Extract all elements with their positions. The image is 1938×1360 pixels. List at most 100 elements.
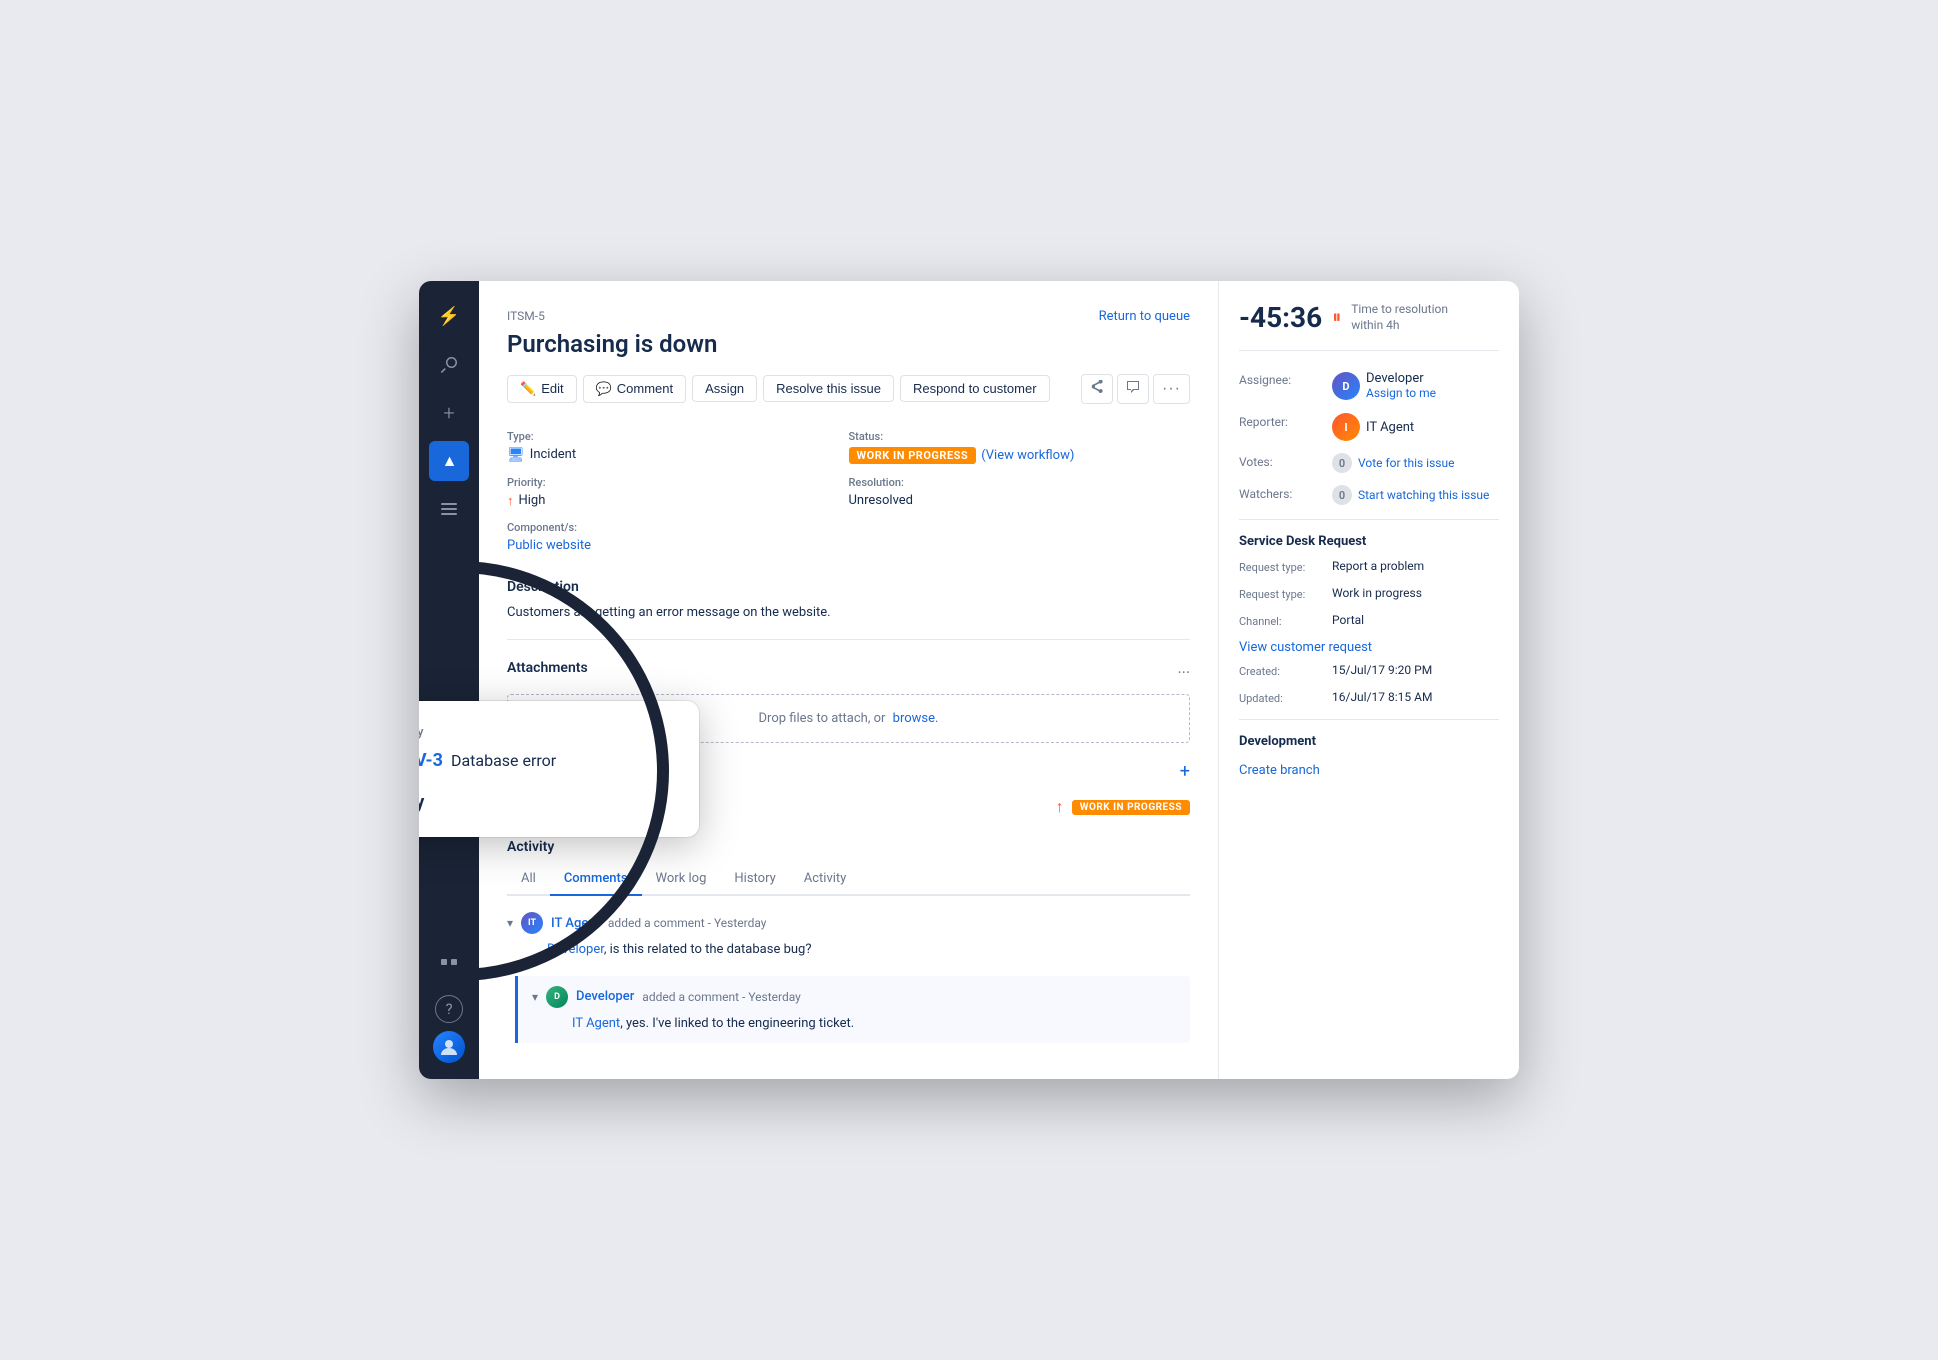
sidebar: ⚡ + ▲ ? [419, 281, 479, 1080]
votes-count: 0 [1332, 453, 1352, 473]
reporter-label: Reporter: [1239, 413, 1324, 429]
main-window: ⚡ + ▲ ? [419, 281, 1519, 1080]
edit-pencil-icon: ✏️ [520, 381, 536, 397]
create-branch-link[interactable]: Create branch [1239, 763, 1320, 778]
comment-body-2: IT Agent, yes. I've linked to the engine… [572, 1014, 1180, 1034]
sidebar-icon-search[interactable] [429, 345, 469, 385]
assign-to-me-link[interactable]: Assign to me [1366, 386, 1436, 400]
assignee-label: Assignee: [1239, 371, 1324, 387]
channel-label: Channel: [1239, 613, 1324, 628]
caused-by-title: Caused by [507, 759, 572, 775]
timer-section: -45:36 ⏸ Time to resolution within 4h [1239, 301, 1499, 352]
watchers-row: Watchers: 0 Start watching this issue [1239, 485, 1499, 505]
created-row: Created: 15/Jul/17 9:20 PM [1239, 663, 1499, 678]
type-label: Type: [507, 430, 849, 443]
assign-button[interactable]: Assign [692, 375, 757, 402]
activity-tabs: All Comments Work log History Activity [507, 863, 1190, 896]
pause-icon[interactable]: ⏸ [1332, 307, 1341, 328]
issue-header: ITSM-5 Return to queue [507, 309, 1190, 324]
mention-link-2[interactable]: IT Agent [572, 1016, 620, 1031]
votes-value: 0 Vote for this issue [1332, 453, 1454, 473]
comment-avatar: IT [521, 912, 543, 934]
resolve-button[interactable]: Resolve this issue [763, 375, 894, 402]
type-value: 🖥 Incident [507, 447, 849, 463]
feedback-button[interactable] [1117, 374, 1149, 404]
reporter-avatar: I [1332, 413, 1360, 441]
activity-section: Activity All Comments Work log History A… [507, 839, 1190, 1043]
comment-body: Developer, is this related to the databa… [547, 940, 1190, 960]
votes-row: Votes: 0 Vote for this issue [1239, 453, 1499, 473]
sidebar-icon-plus[interactable]: + [429, 393, 469, 433]
tab-worklog[interactable]: Work log [642, 863, 721, 896]
more-button[interactable]: ··· [1153, 374, 1190, 404]
updated-value: 16/Jul/17 8:15 AM [1332, 690, 1432, 704]
reporter-row: Reporter: I IT Agent [1239, 413, 1499, 441]
sidebar-icon-help[interactable]: ? [435, 995, 463, 1023]
sidebar-icon-card[interactable] [429, 489, 469, 529]
status-value: WORK IN PROGRESS (View workflow) [849, 447, 1191, 464]
view-workflow-link[interactable]: (View workflow) [981, 448, 1074, 463]
comment-item-highlighted: ▾ D Developer added a comment - Yesterda… [515, 976, 1190, 1044]
user-avatar[interactable] [433, 1031, 465, 1063]
request-type-row-2: Request type: Work in progress [1239, 586, 1499, 601]
updated-row: Updated: 16/Jul/17 8:15 AM [1239, 690, 1499, 705]
respond-button[interactable]: Respond to customer [900, 375, 1050, 402]
status-badge[interactable]: WORK IN PROGRESS [849, 447, 977, 464]
activity-title: Activity [507, 839, 1190, 855]
lock-icon: 🔒 [507, 801, 527, 814]
vote-link[interactable]: Vote for this issue [1358, 456, 1454, 470]
service-desk-title: Service Desk Request [1239, 534, 1499, 549]
comment-item: ▾ IT IT Agent added a comment - Yesterda… [507, 912, 1190, 960]
mention-link[interactable]: Developer [547, 942, 604, 957]
watchers-value: 0 Start watching this issue [1332, 485, 1489, 505]
updated-label: Updated: [1239, 690, 1324, 705]
incident-icon: 🖥 [507, 447, 525, 463]
components-label: Component/s: [507, 521, 849, 534]
browse-link[interactable]: browse. [893, 711, 939, 726]
add-caused-by-button[interactable]: + [1180, 761, 1190, 782]
share-button[interactable] [1081, 374, 1113, 404]
comment-button[interactable]: 💬 Comment [583, 375, 687, 403]
dev-issue-link[interactable]: DEV-3 [533, 800, 569, 815]
request-type-value-2: Work in progress [1332, 586, 1422, 600]
tab-activity[interactable]: Activity [790, 863, 861, 896]
attachments-more-icon[interactable]: ··· [1177, 663, 1190, 682]
priority-arrow-icon: ↑ [1056, 797, 1064, 817]
action-bar: ✏️ Edit 💬 Comment Assign Resolve this is… [507, 374, 1190, 404]
caused-by-status-badge: WORK IN PROGRESS [1072, 800, 1190, 815]
comment-meta-2: added a comment - Yesterday [642, 990, 801, 1004]
resolution-value: Unresolved [849, 493, 1191, 508]
return-to-queue-link[interactable]: Return to queue [1099, 309, 1190, 324]
collapse-icon-2[interactable]: ▾ [532, 990, 538, 1004]
comment-author-2[interactable]: Developer [576, 989, 634, 1004]
sidebar-icon-lightning[interactable]: ⚡ [429, 297, 469, 337]
watch-link[interactable]: Start watching this issue [1358, 488, 1489, 502]
status-label: Status: [849, 430, 1191, 443]
view-customer-request-link[interactable]: View customer request [1239, 640, 1499, 655]
comment-avatar-2: D [546, 986, 568, 1008]
votes-label: Votes: [1239, 453, 1324, 469]
edit-button[interactable]: ✏️ Edit [507, 375, 577, 403]
tab-history[interactable]: History [720, 863, 789, 896]
created-label: Created: [1239, 663, 1324, 678]
comment-author[interactable]: IT Agent [551, 916, 600, 931]
tab-comments[interactable]: Comments [550, 863, 642, 896]
timer-label: Time to resolution within 4h [1351, 301, 1448, 335]
component-link[interactable]: Public website [507, 538, 591, 553]
sidebar-icon-logo[interactable]: ▲ [429, 441, 469, 481]
priority-icon: ↑ [507, 493, 514, 509]
main-content: ITSM-5 Return to queue Purchasing is dow… [479, 281, 1519, 1080]
caused-by-section: Caused by + 🔒 DEV-3 Database error ↑ WOR… [507, 759, 1190, 823]
created-value: 15/Jul/17 9:20 PM [1332, 663, 1432, 677]
sidebar-icon-grid[interactable] [429, 947, 469, 987]
tab-all[interactable]: All [507, 863, 550, 896]
drop-zone[interactable]: Drop files to attach, or browse. [507, 694, 1190, 743]
reporter-value: I IT Agent [1332, 413, 1414, 441]
description-title: Description [507, 579, 1190, 595]
right-panel: -45:36 ⏸ Time to resolution within 4h As… [1219, 281, 1519, 1080]
caused-by-desc: Database error [575, 800, 661, 815]
description-text: Customers are getting an error message o… [507, 603, 1190, 641]
attachments-title: Attachments [507, 660, 588, 676]
watchers-count: 0 [1332, 485, 1352, 505]
collapse-icon[interactable]: ▾ [507, 916, 513, 930]
